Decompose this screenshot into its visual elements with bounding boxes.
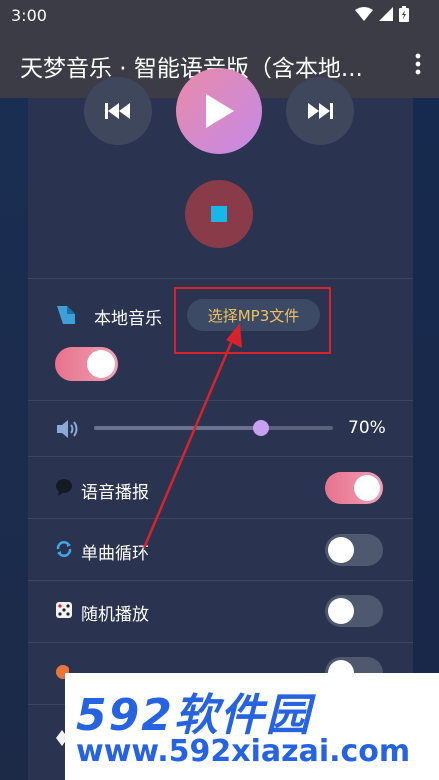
annotation-arrow [142, 323, 242, 549]
watermark-url: www.592xiazai.com [76, 734, 411, 769]
